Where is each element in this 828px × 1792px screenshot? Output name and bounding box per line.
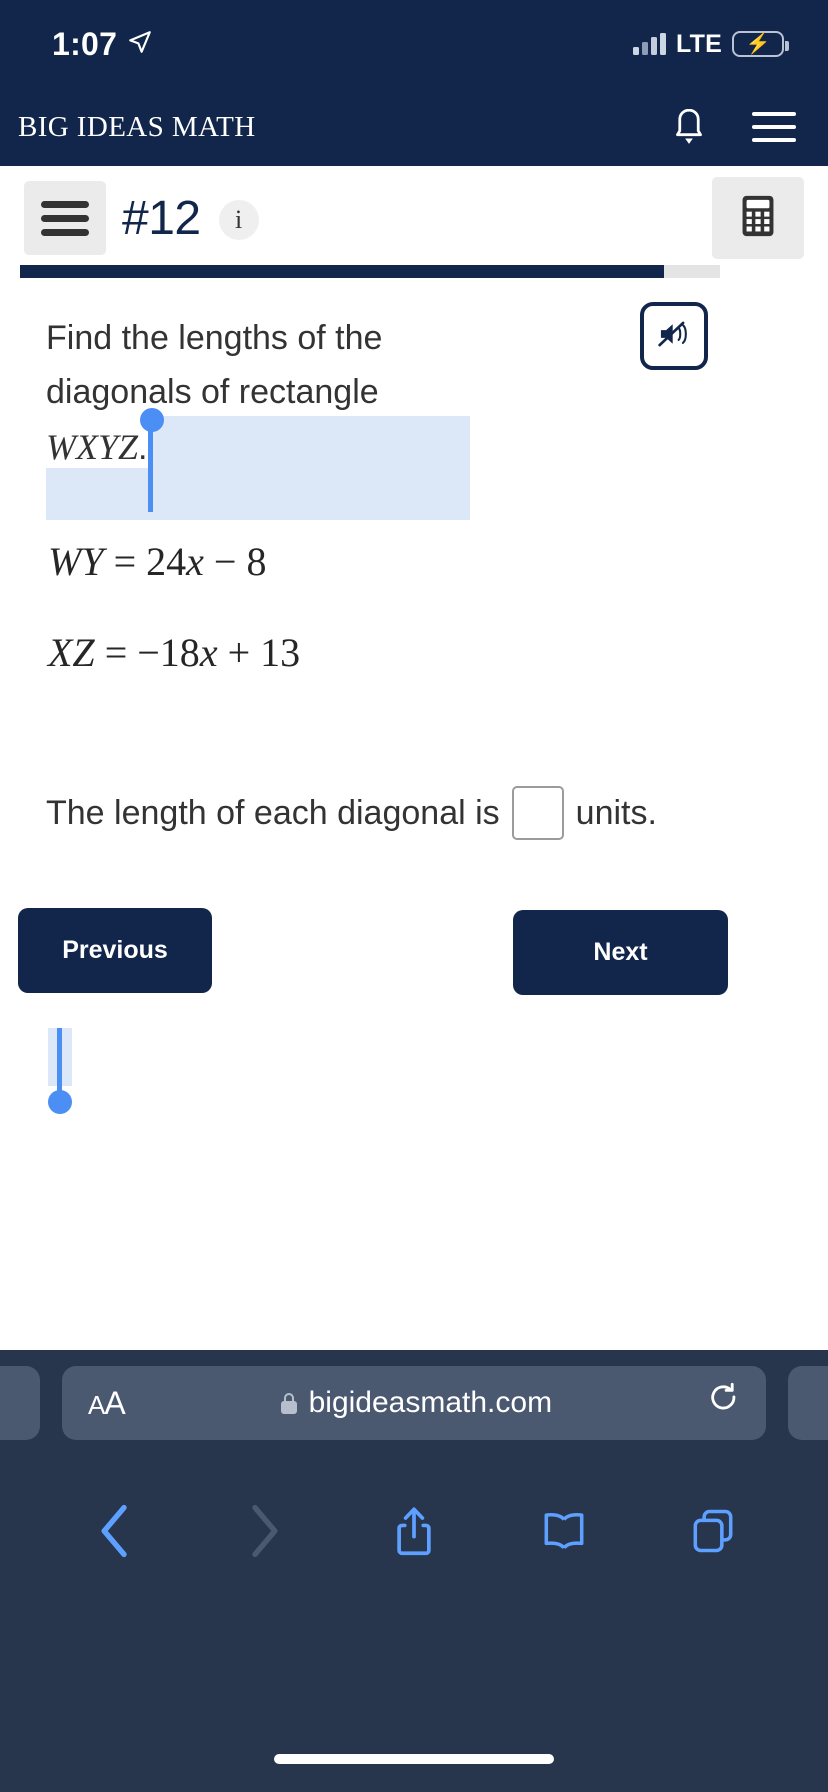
equation-1-variable: x xyxy=(186,539,204,585)
progress-bar-fill xyxy=(20,265,664,278)
url-text: bigideasmath.com xyxy=(308,1386,553,1419)
bell-icon[interactable] xyxy=(670,107,708,147)
status-bar-left: 1:07 xyxy=(52,26,153,63)
prompt-text-part1: Find the lengths of the diagonals of rec… xyxy=(46,319,383,411)
answer-prefix-label: The length of each diagonal is xyxy=(46,793,500,832)
text-selection-highlight xyxy=(46,468,470,520)
battery-charging-icon: ⚡ xyxy=(732,31,789,57)
location-arrow-icon xyxy=(127,29,153,60)
equation-2-equals: = xyxy=(104,630,128,676)
app-brand-title: BIG IDEAS MATH xyxy=(18,110,256,143)
share-icon xyxy=(397,1507,431,1556)
equation-1-lhs: WY xyxy=(48,539,104,585)
question-prompt[interactable]: Find the lengths of the diagonals of rec… xyxy=(46,312,476,520)
next-button[interactable]: Next xyxy=(513,910,728,996)
text-selection-highlight xyxy=(150,416,470,468)
cellular-bars-icon xyxy=(633,33,667,55)
equation-1: WY = 24x − 8 xyxy=(48,538,828,585)
hamburger-menu-icon[interactable] xyxy=(752,112,796,142)
equation-2-operator: + xyxy=(227,630,251,676)
screen: 1:07 LTE ⚡ BIG IDEAS MATH #12 i Find the… xyxy=(0,0,828,1792)
app-header: BIG IDEAS MATH xyxy=(0,88,828,166)
prompt-rectangle-name: WXYZ xyxy=(46,427,139,468)
text-size-small-a: A xyxy=(88,1389,105,1420)
status-bar-right: LTE ⚡ xyxy=(633,29,789,59)
safari-address-bar[interactable]: AA bigideasmath.com xyxy=(62,1366,766,1440)
home-indicator xyxy=(274,1754,554,1764)
previous-button[interactable]: Previous xyxy=(18,908,212,994)
equation-1-constant: 8 xyxy=(246,539,267,585)
forward-button xyxy=(232,1499,296,1563)
lock-icon xyxy=(280,1392,297,1414)
chevron-left-icon xyxy=(101,1504,127,1558)
equation-1-equals: = xyxy=(113,539,137,585)
question-navigation: Previous Next xyxy=(0,908,828,1004)
bookmarks-button[interactable] xyxy=(532,1499,596,1563)
text-size-large-a: A xyxy=(104,1384,125,1421)
equation-1-coefficient: 24 xyxy=(146,539,187,585)
book-icon xyxy=(544,1513,584,1550)
address-bar-content: bigideasmath.com xyxy=(125,1386,708,1420)
safari-tab-previous[interactable] xyxy=(0,1366,40,1440)
info-icon[interactable]: i xyxy=(218,200,259,240)
equation-2-variable: x xyxy=(199,630,218,676)
answer-input[interactable] xyxy=(511,786,564,841)
text-size-button[interactable]: AA xyxy=(88,1384,126,1422)
answer-sentence: The length of each diagonal is units. xyxy=(46,786,828,841)
status-bar-clock: 1:07 xyxy=(52,25,118,62)
equation-2-constant: 13 xyxy=(260,630,301,676)
answer-suffix-label: units. xyxy=(575,793,657,832)
tabs-icon xyxy=(693,1509,733,1553)
share-button[interactable] xyxy=(382,1499,446,1563)
safari-tab-strip: AA bigideasmath.com xyxy=(0,1350,828,1456)
safari-tab-next[interactable] xyxy=(788,1366,828,1440)
equation-2-coefficient: −18 xyxy=(137,630,200,676)
equation-1-operator: − xyxy=(213,539,237,585)
reload-icon[interactable] xyxy=(708,1382,740,1424)
equation-2: XZ = −18x + 13 xyxy=(48,629,828,676)
app-header-actions xyxy=(670,107,796,147)
calculator-button[interactable] xyxy=(712,177,804,259)
safari-browser-chrome: AA bigideasmath.com xyxy=(0,1350,828,1792)
chevron-right-icon xyxy=(252,1504,278,1558)
equation-2-lhs: XZ xyxy=(48,630,95,676)
question-content: Find the lengths of the diagonals of rec… xyxy=(0,290,828,1004)
progress-bar-track xyxy=(20,265,720,278)
question-number: #12 xyxy=(122,191,201,245)
question-menu-button[interactable] xyxy=(24,181,106,255)
prompt-text-part2: . xyxy=(138,429,148,468)
question-toolbar: #12 i xyxy=(0,166,828,270)
safari-toolbar xyxy=(0,1456,828,1606)
tabs-button[interactable] xyxy=(681,1499,745,1563)
read-aloud-button[interactable] xyxy=(640,302,708,370)
calculator-icon xyxy=(741,194,775,243)
back-button[interactable] xyxy=(83,1499,147,1563)
speaker-mute-icon xyxy=(657,319,691,354)
network-type-label: LTE xyxy=(676,29,722,58)
ios-status-bar: 1:07 LTE ⚡ xyxy=(0,0,828,88)
